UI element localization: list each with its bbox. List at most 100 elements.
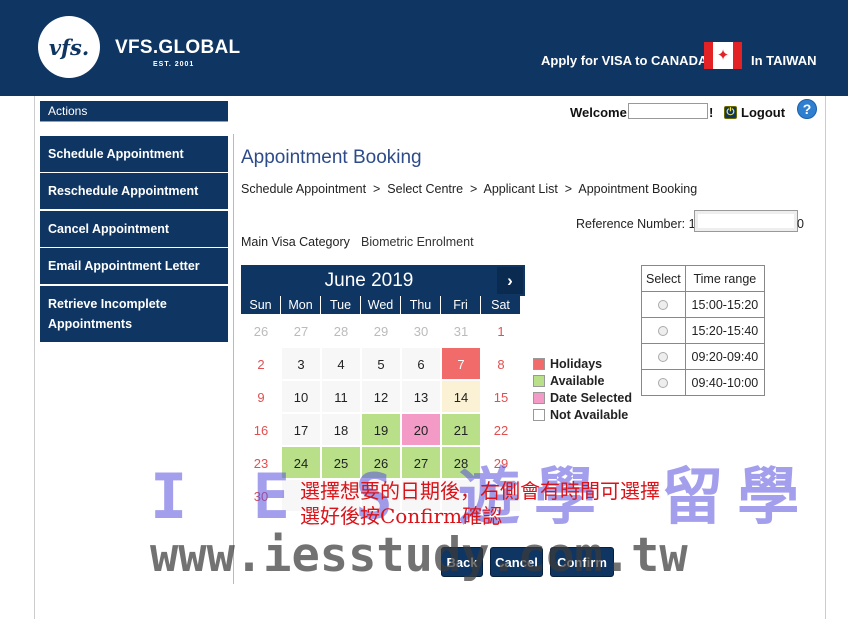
calendar-day: 17 [281,413,321,446]
calendar-day: 28 [321,314,361,347]
canada-flag-icon: ✦ [704,42,742,69]
main-visa-label: Main Visa Category [241,235,350,249]
time-slot-select-cell [641,343,686,370]
apply-visa-text: Apply for VISA to CANADA [541,53,708,68]
select-column-header: Select [641,265,686,292]
time-slot-range: 09:40-10:00 [684,369,766,396]
calendar-day: 29 [361,314,401,347]
time-slot-range: 15:20-15:40 [684,317,766,344]
welcome-text: Welcome [570,105,627,120]
time-slot-range: 15:00-15:20 [684,291,766,318]
reference-label: Reference Number: 1 [576,217,696,231]
calendar-day: 1 [481,314,521,347]
help-icon[interactable]: ? [797,99,817,119]
instruction-note: 選擇想要的日期後，右側會有時間可選擇 選好後按Confirm確認 [300,479,660,529]
sidebar-item-cancel[interactable]: Cancel Appointment [40,211,228,247]
calendar-day: 30 [401,314,441,347]
calendar-day: 9 [241,380,281,413]
legend-label: Date Selected [550,390,632,405]
legend-item: Available [533,372,632,389]
page-title: Appointment Booking [241,147,422,168]
weekday-header: Tue [321,296,361,314]
brand-tagline: EST. 2001 [153,61,195,68]
time-slot-row: 09:20-09:40 [641,343,766,370]
welcome-exclaim: ! [709,105,714,120]
legend-label: Holidays [550,356,603,371]
breadcrumb: Schedule Appointment > Select Centre > A… [241,182,698,196]
time-slot-radio[interactable] [658,352,669,363]
site-header: vfs. VFS.GLOBAL EST. 2001 Apply for VISA… [0,0,848,96]
legend-swatch [533,357,545,370]
weekday-header: Thu [401,296,441,314]
legend-label: Available [550,373,605,388]
reference-label-text: Reference Number: [576,217,686,231]
calendar-header: June 2019 › [241,265,525,296]
legend-item: Not Available [533,406,632,423]
sidebar-item-reschedule[interactable]: Reschedule Appointment [40,173,228,209]
weekday-header: Sat [481,296,521,314]
calendar-day: 26 [241,314,281,347]
main-visa-value: Biometric Enrolment [361,235,474,249]
calendar-day: 27 [281,314,321,347]
watermark-url: www.iesstudy.com.tw [150,528,688,583]
instruction-line-2: 選好後按Confirm確認 [300,504,503,528]
time-range-header: Time range [684,265,766,292]
vfs-logo[interactable]: vfs. [38,16,100,78]
legend-item: Holidays [533,355,632,372]
calendar-day: 3 [281,347,321,380]
sidebar-item-retrieve-incomplete[interactable]: Retrieve Incomplete Appointments [40,286,228,342]
calendar-day: 16 [241,413,281,446]
calendar-day: 13 [401,380,441,413]
sidebar-item-email-letter[interactable]: Email Appointment Letter [40,248,228,284]
reference-suffix: 0 [797,217,804,231]
calendar-month: June 2019 [324,270,414,291]
time-slot-range: 09:20-09:40 [684,343,766,370]
reference-mask [694,210,798,232]
calendar-day: 4 [321,347,361,380]
calendar-day: 7 [441,347,481,380]
calendar-day[interactable]: 20 [401,413,441,446]
sidebar-item-schedule[interactable]: Schedule Appointment [40,136,228,172]
time-slot-select-cell [641,317,686,344]
weekday-header: Fri [441,296,481,314]
calendar-day: 2 [241,347,281,380]
calendar-day: 6 [401,347,441,380]
power-icon[interactable]: ⏻ [724,106,737,119]
calendar-day: 18 [321,413,361,446]
next-month-button[interactable]: › [497,267,523,294]
calendar-day: 22 [481,413,521,446]
time-slot-radio[interactable] [658,300,669,311]
calendar-day[interactable]: 21 [441,413,481,446]
time-slot-table: Select Time range 15:00-15:20 15:20-15:40… [641,265,766,396]
calendar-day[interactable]: 19 [361,413,401,446]
time-slot-row: 15:20-15:40 [641,317,766,344]
calendar-day: 31 [441,314,481,347]
calendar-day: 15 [481,380,521,413]
time-slot-radio[interactable] [658,326,669,337]
calendar-day: 14 [441,380,481,413]
calendar-day: 12 [361,380,401,413]
brand-name: VFS.GLOBAL [115,37,241,58]
weekday-header: Mon [281,296,321,314]
calendar-day: 11 [321,380,361,413]
maple-leaf-icon: ✦ [716,47,730,64]
legend-swatch [533,374,545,387]
time-slot-radio[interactable] [658,378,669,389]
actions-heading: Actions [40,101,228,122]
calendar-day: 5 [361,347,401,380]
logout-link[interactable]: Logout [741,105,785,120]
country-text: In TAIWAN [751,53,817,68]
legend-label: Not Available [550,407,629,422]
weekday-header: Sun [241,296,281,314]
calendar-day: 8 [481,347,521,380]
legend-item: Date Selected [533,389,632,406]
calendar-day: 10 [281,380,321,413]
time-slot-row: 09:40-10:00 [641,369,766,396]
time-slot-select-cell [641,291,686,318]
time-slot-select-cell [641,369,686,396]
instruction-line-1: 選擇想要的日期後，右側會有時間可選擇 [300,479,660,503]
legend-swatch [533,408,545,421]
logo-text: vfs. [48,34,90,60]
calendar-legend: Holidays Available Date Selected Not Availa… [533,355,632,423]
legend-swatch [533,391,545,404]
